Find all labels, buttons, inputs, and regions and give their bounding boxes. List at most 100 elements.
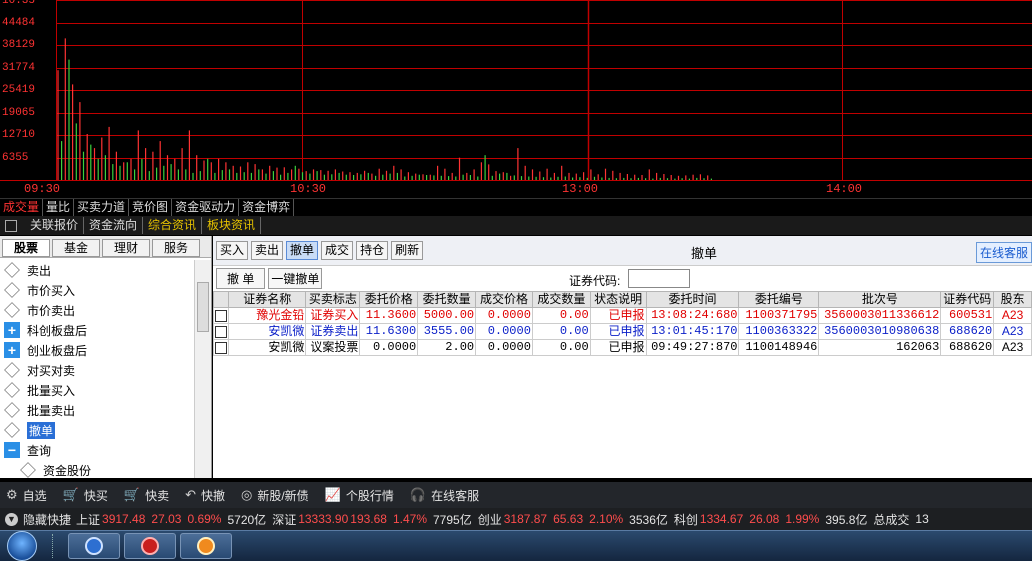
quick-button[interactable]: 🛒 快买 (63, 487, 108, 504)
toolbar-button[interactable]: 卖出 (251, 241, 284, 260)
indicator-tab[interactable]: 竞价图 (129, 199, 173, 216)
tree-scrollbar[interactable] (194, 260, 211, 478)
app3-icon (197, 537, 215, 555)
security-code-input[interactable] (628, 269, 690, 288)
quick-button[interactable]: 🎧 在线客服 (410, 487, 479, 504)
table-cell: A23 (993, 339, 1032, 356)
diamond-icon (4, 402, 20, 418)
order-toolbar: 买入 卖出 撤单 成交 持仓 刷新 撤单 在线客服 (213, 236, 1032, 266)
diamond-icon (4, 422, 20, 438)
tree-item[interactable]: 资金股份 (0, 460, 211, 480)
total-label: 总成交 (873, 512, 910, 527)
sh-name: 上证 (76, 512, 101, 527)
taskbar-app-3[interactable] (180, 533, 232, 559)
column-header[interactable]: 批次号 (818, 291, 942, 308)
y-tick-label: 31774 (2, 62, 36, 74)
table-cell: 1100363322 (738, 323, 820, 340)
table-cell: 0.00 (531, 307, 591, 324)
toolbar-button[interactable]: 成交 (321, 241, 354, 260)
app2-icon (141, 537, 159, 555)
start-button[interactable] (0, 531, 44, 561)
y-tick-label: 19065 (2, 107, 36, 119)
table-cell: 已申报 (589, 307, 647, 324)
quick-button[interactable]: ↶ 快撤 (185, 487, 225, 504)
column-header[interactable]: 委托时间 (645, 291, 740, 308)
scrollbar-thumb[interactable] (197, 282, 209, 332)
indicator-tab[interactable]: 成交量 (0, 199, 44, 216)
indicator-tab[interactable]: 量比 (43, 199, 75, 216)
toolbar-button[interactable]: 持仓 (356, 241, 389, 260)
online-service-button[interactable]: 在线客服 (975, 242, 1032, 263)
tree-item[interactable]: 对买对卖 (0, 360, 211, 380)
info-tab[interactable]: 综合资讯 (143, 217, 203, 234)
toolbar-button[interactable]: 刷新 (391, 241, 424, 260)
table-row[interactable]: 豫光金铅 证券买入 11.3600 5000.00 0.0000 0.00 已申报 13:08… (213, 307, 1032, 324)
checkbox-icon[interactable] (215, 309, 227, 322)
cart-icon: 🛒 (123, 487, 141, 502)
table-cell: 证券卖出 (305, 323, 361, 340)
info-tab[interactable]: 板块资讯 (202, 217, 262, 234)
indicator-tab[interactable]: 买卖力道 (74, 199, 130, 216)
quick-bar: ⚙ 自选 🛒 快买 🛒 快卖 ↶ 快撤 ◎ 新股/新债 📈 个股行情 🎧 在线客服 (0, 482, 1032, 508)
quick-button[interactable]: 🛒 快卖 (124, 487, 169, 504)
quick-button-label: 新股/新债 (257, 488, 309, 503)
checkbox-icon[interactable] (215, 341, 227, 354)
x-tick-label: 10:30 (290, 182, 327, 196)
toolbar-button[interactable]: 买入 (216, 241, 249, 260)
taskbar-app-2[interactable] (124, 533, 176, 559)
table-row[interactable]: 安凯微 议案投票 0.0000 2.00 0.0000 0.00 已申报 09:49:27:8… (213, 339, 1032, 356)
info-tab[interactable]: 资金流向 (84, 217, 144, 234)
table-cell: 安凯微 (227, 339, 307, 356)
panel-title: 撤单 (691, 246, 718, 261)
tree-item[interactable]: 市价买入 (0, 280, 211, 300)
column-header[interactable]: 证券名称 (227, 291, 307, 308)
cancel-all-button[interactable]: 一键撤单 (268, 268, 323, 289)
left-tab[interactable]: 基金 (52, 239, 100, 257)
column-header[interactable]: 状态说明 (589, 291, 647, 308)
column-header[interactable]: 证券代码 (940, 291, 995, 308)
table-cell: 162063 (818, 339, 942, 356)
indicator-tab[interactable]: 资金驱动力 (172, 199, 240, 216)
column-header[interactable]: 成交价格 (475, 291, 533, 308)
tree-item[interactable]: 撤单 (0, 420, 211, 440)
row-checkbox[interactable] (213, 339, 229, 356)
tree-item[interactable]: + 科创板盘后 (0, 320, 211, 340)
sz-value: 13333.90 (298, 512, 349, 526)
tree-item[interactable]: 市价卖出 (0, 300, 211, 320)
tree-item[interactable]: − 查询 (0, 440, 211, 460)
column-header[interactable]: 成交数量 (531, 291, 591, 308)
tree-item[interactable]: 卖出 (0, 260, 211, 280)
table-row[interactable]: 安凯微 证券卖出 11.6300 3555.00 0.0000 0.00 已申报 13:01:… (213, 323, 1032, 340)
cancel-button[interactable]: 撤 单 (216, 268, 266, 289)
collapse-icon[interactable] (5, 219, 17, 232)
y-tick-label: 12710 (2, 129, 36, 141)
hide-shortcuts-label[interactable]: 隐藏快捷 (23, 511, 71, 528)
row-checkbox[interactable] (213, 307, 229, 324)
y-tick-label: 6355 (2, 152, 29, 164)
taskbar-app-1[interactable] (68, 533, 120, 559)
tree-item[interactable]: 批量卖出 (0, 400, 211, 420)
left-tab[interactable]: 服务 (152, 239, 200, 257)
left-tab[interactable]: 股票 (2, 239, 50, 257)
row-checkbox[interactable] (213, 323, 229, 340)
column-header[interactable]: 股东 (993, 291, 1032, 308)
kc-change: 26.08 (749, 512, 780, 526)
checkbox-icon[interactable] (215, 325, 227, 338)
y-tick-label: 10.35 (2, 0, 36, 7)
chevron-down-icon[interactable]: ▼ (5, 512, 18, 526)
left-tab[interactable]: 理财 (102, 239, 150, 257)
tree-item[interactable]: + 创业板盘后 (0, 340, 211, 360)
toolbar-button[interactable]: 撤单 (286, 241, 319, 260)
tree-item[interactable]: 批量买入 (0, 380, 211, 400)
info-tab[interactable]: 关联报价 (25, 217, 85, 234)
column-header[interactable]: 委托编号 (738, 291, 820, 308)
quick-button[interactable]: ◎ 新股/新债 (241, 487, 309, 504)
info-tabs: 关联报价 资金流向 综合资讯 板块资讯 (0, 216, 1032, 235)
column-header[interactable]: 买卖标志 (305, 291, 361, 308)
column-header[interactable]: 委托数量 (417, 291, 477, 308)
table-cell: 0.00 (531, 323, 591, 340)
indicator-tab[interactable]: 资金博弈 (239, 199, 295, 216)
quick-button[interactable]: 📈 个股行情 (325, 487, 394, 504)
column-header[interactable]: 委托价格 (359, 291, 419, 308)
quick-button[interactable]: ⚙ 自选 (6, 487, 47, 504)
